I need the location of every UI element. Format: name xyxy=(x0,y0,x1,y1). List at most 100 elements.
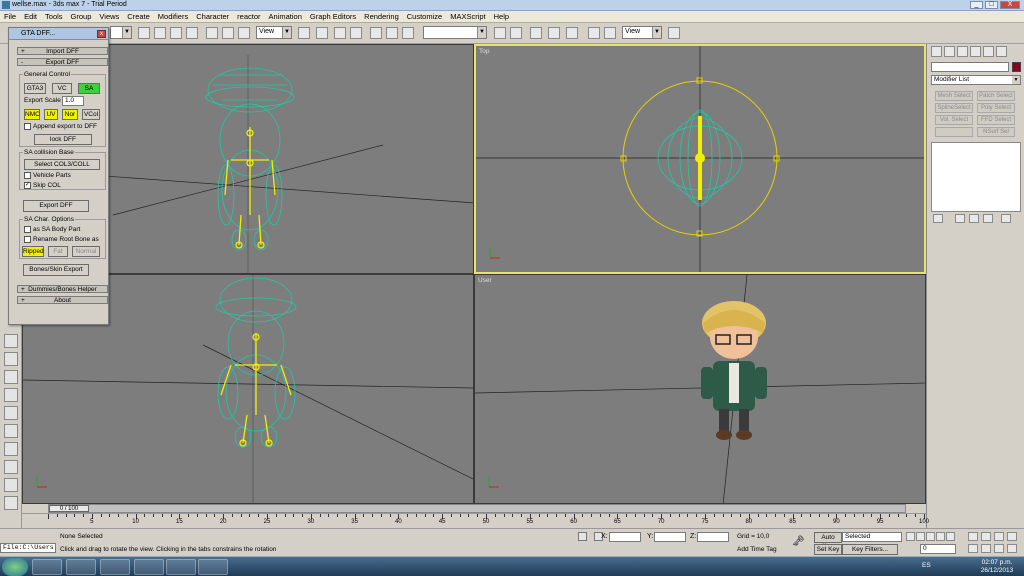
auto-key-button[interactable]: Auto Key xyxy=(814,532,842,550)
app-6-icon[interactable] xyxy=(198,559,228,575)
select-link-icon[interactable] xyxy=(334,27,346,39)
vc-button[interactable]: VC xyxy=(52,83,72,94)
language-indicator[interactable]: ES xyxy=(922,562,931,569)
maximize-button[interactable]: □ xyxy=(985,1,998,9)
export-scale-input[interactable]: 1.0 xyxy=(62,96,84,106)
nsurf-select-button[interactable]: NSurf Sel xyxy=(977,127,1015,137)
schematic-icon[interactable] xyxy=(566,27,578,39)
x-coord-field[interactable] xyxy=(609,532,641,542)
zoom-all-icon[interactable] xyxy=(981,532,991,541)
select-col-button[interactable]: Select COL3/COLL xyxy=(24,159,100,170)
as-body-part-checkbox[interactable]: as SA Body Part xyxy=(24,226,80,233)
import-dff-rollout[interactable]: + Import DFF xyxy=(17,47,108,55)
strip-tool-5-icon[interactable] xyxy=(4,406,18,420)
material-editor-icon[interactable] xyxy=(588,27,600,39)
strip-tool-2-icon[interactable] xyxy=(4,352,18,366)
hierarchy-tab-icon[interactable] xyxy=(957,46,968,57)
append-export-checkbox[interactable]: Append export to DFF xyxy=(24,123,97,130)
close-button[interactable]: X xyxy=(1000,1,1020,9)
mirror-tool-icon[interactable] xyxy=(494,27,506,39)
poly-select-button[interactable]: Poly Select xyxy=(977,103,1015,113)
maximize-viewport-icon[interactable] xyxy=(1007,544,1017,553)
timeline-ruler[interactable]: 5 10 15 20 25 30 35 40 45 50 55 60 65 70 75 80 85 90 95 100 xyxy=(22,513,929,528)
add-time-tag[interactable]: Add Time Tag xyxy=(737,546,777,553)
arc-rotate-icon[interactable] xyxy=(994,544,1004,553)
move-icon[interactable] xyxy=(206,27,218,39)
skip-col-checkbox[interactable]: ✓ Skip COL xyxy=(24,182,61,189)
start-button[interactable] xyxy=(2,558,28,576)
set-key-button[interactable]: Set Key xyxy=(814,544,842,555)
menu-customize[interactable]: Customize xyxy=(403,11,446,22)
curve-editor-icon[interactable] xyxy=(548,27,560,39)
current-frame-field[interactable]: 0 xyxy=(920,544,956,554)
utilities-tab-icon[interactable] xyxy=(996,46,1007,57)
rotate-icon[interactable] xyxy=(222,27,234,39)
empty-modifier-button[interactable] xyxy=(935,127,973,137)
prev-frame-icon[interactable] xyxy=(916,532,925,541)
sa-button[interactable]: SA xyxy=(78,83,100,94)
goto-start-icon[interactable] xyxy=(906,532,915,541)
menu-group[interactable]: Group xyxy=(67,11,96,22)
object-color-swatch[interactable] xyxy=(1012,62,1021,72)
pan-icon[interactable] xyxy=(981,544,991,553)
modify-tab-icon[interactable] xyxy=(944,46,955,57)
uv-button[interactable]: UV xyxy=(44,109,58,120)
z-coord-field[interactable] xyxy=(697,532,729,542)
select-by-name-icon[interactable] xyxy=(154,27,166,39)
vehicle-parts-checkbox[interactable]: Vehicle Parts xyxy=(24,172,71,179)
display-tab-icon[interactable] xyxy=(983,46,994,57)
menu-views[interactable]: Views xyxy=(95,11,123,22)
create-tab-icon[interactable] xyxy=(931,46,942,57)
pivot-icon[interactable] xyxy=(298,27,310,39)
menu-graph-editors[interactable]: Graph Editors xyxy=(306,11,360,22)
app-3-icon[interactable] xyxy=(100,559,130,575)
explorer-app-icon[interactable] xyxy=(32,559,62,575)
strip-tool-8-icon[interactable] xyxy=(4,460,18,474)
fov-icon[interactable] xyxy=(968,544,978,553)
time-slider-thumb[interactable]: 0 / 100 xyxy=(49,505,89,512)
align-icon[interactable] xyxy=(510,27,522,39)
viewport-top[interactable]: Top xyxy=(474,44,926,274)
angle-snap-icon[interactable] xyxy=(386,27,398,39)
menu-character[interactable]: Character xyxy=(192,11,233,22)
set-key-icon[interactable]: 🗝 xyxy=(792,536,810,548)
lock-dff-button[interactable]: lock DFF xyxy=(34,134,92,145)
export-dff-button[interactable]: Export DFF xyxy=(23,200,89,212)
named-selection-dropdown[interactable]: ▼ xyxy=(423,26,487,39)
layer-manager-icon[interactable] xyxy=(530,27,542,39)
strip-tool-7-icon[interactable] xyxy=(4,442,18,456)
minimize-button[interactable]: _ xyxy=(970,1,983,9)
normal-button[interactable]: Normal xyxy=(72,246,100,257)
select-icon[interactable] xyxy=(138,27,150,39)
percent-snap-icon[interactable] xyxy=(402,27,414,39)
motion-tab-icon[interactable] xyxy=(970,46,981,57)
time-slider[interactable]: 0 / 100 xyxy=(48,504,906,513)
export-dff-rollout[interactable]: - Export DFF xyxy=(17,58,108,66)
snap-icon[interactable] xyxy=(370,27,382,39)
maxscript-listener[interactable]: File:C:\Users xyxy=(0,543,56,553)
menu-modifiers[interactable]: Modifiers xyxy=(154,11,192,22)
zoom-extents-icon[interactable] xyxy=(994,532,1004,541)
make-unique-icon[interactable] xyxy=(969,214,979,223)
menu-maxscript[interactable]: MAXScript xyxy=(446,11,489,22)
menu-file[interactable]: File xyxy=(0,11,20,22)
render-scene-icon[interactable] xyxy=(604,27,616,39)
patch-select-button[interactable]: Patch Select xyxy=(977,91,1015,101)
play-icon[interactable] xyxy=(926,532,935,541)
nmc-button[interactable]: NMC xyxy=(24,109,40,120)
spline-select-button[interactable]: SplineSelect xyxy=(935,103,973,113)
menu-rendering[interactable]: Rendering xyxy=(360,11,403,22)
dummies-rollout[interactable]: + Dummies/Bones Helper xyxy=(17,285,108,293)
chrome-app-icon[interactable] xyxy=(66,559,96,575)
strip-tool-6-icon[interactable] xyxy=(4,424,18,438)
menu-animation[interactable]: Animation xyxy=(265,11,306,22)
strip-tool-4-icon[interactable] xyxy=(4,388,18,402)
vcol-button[interactable]: VCol xyxy=(82,109,100,120)
y-coord-field[interactable] xyxy=(654,532,686,542)
next-frame-icon[interactable] xyxy=(936,532,945,541)
remove-modifier-icon[interactable] xyxy=(983,214,993,223)
scale-icon[interactable] xyxy=(238,27,250,39)
3dsmax-app-icon[interactable] xyxy=(166,559,196,575)
ffd-select-button[interactable]: FFD Select xyxy=(977,115,1015,125)
modifier-list-dropdown[interactable]: Modifier List ▼ xyxy=(931,75,1021,85)
